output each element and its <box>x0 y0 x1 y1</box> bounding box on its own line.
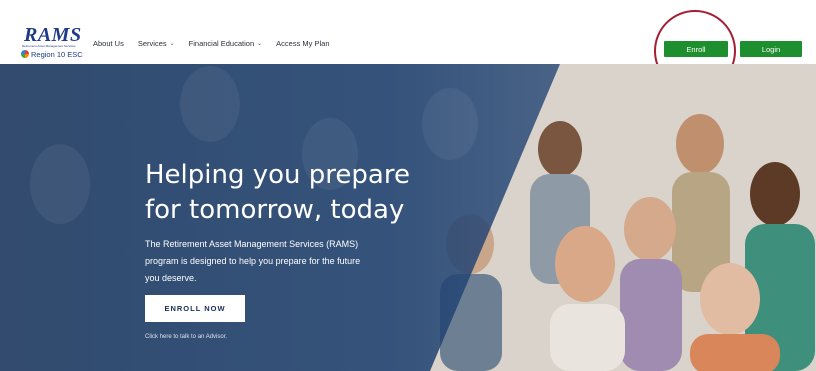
logo-org: Region 10 ESC <box>31 50 83 59</box>
main-nav: About Us Services ⌄ Financial Education … <box>93 39 330 48</box>
advisor-link[interactable]: Click here to talk to an Advisor. <box>145 334 227 340</box>
hero-title: Helping you prepare for tomorrow, today <box>145 158 445 228</box>
chevron-down-icon: ⌄ <box>257 41 263 47</box>
chevron-down-icon: ⌄ <box>169 41 175 47</box>
nav-item-label: Access My Plan <box>276 39 330 48</box>
nav-item-about-us[interactable]: About Us <box>93 39 124 48</box>
nav-item-label: Services <box>137 39 167 48</box>
hero-description-line: you deserve. <box>145 273 197 283</box>
nav-item-label: About Us <box>93 39 124 48</box>
enroll-now-button[interactable]: ENROLL NOW <box>145 295 245 322</box>
hero-description-line: The Retirement Asset Management Services… <box>145 239 359 249</box>
enroll-button[interactable]: Enroll <box>664 41 728 57</box>
hero-title-line: for tomorrow, today <box>145 195 405 225</box>
logo-title: RAMS <box>24 24 82 46</box>
login-button[interactable]: Login <box>740 41 802 57</box>
rams-logo[interactable]: RAMS Retirement Asset Management Service… <box>14 24 84 62</box>
hero-section: Helping you prepare for tomorrow, today … <box>0 64 816 371</box>
hero-description-line: program is designed to help you prepare … <box>145 256 361 266</box>
nav-item-financial-education[interactable]: Financial Education ⌄ <box>189 39 263 48</box>
logo-subtitle: Retirement Asset Management Services <box>22 44 76 48</box>
hero-title-line: Helping you prepare <box>145 160 410 190</box>
site-header: RAMS Retirement Asset Management Service… <box>0 0 816 64</box>
nav-item-services[interactable]: Services ⌄ <box>138 39 175 48</box>
region-swirl-icon <box>21 50 29 58</box>
nav-item-label: Financial Education <box>188 39 255 48</box>
logo-region: Region 10 ESC <box>21 50 83 60</box>
nav-item-access-my-plan[interactable]: Access My Plan <box>276 39 329 48</box>
hero-description: The Retirement Asset Management Services… <box>145 236 415 287</box>
